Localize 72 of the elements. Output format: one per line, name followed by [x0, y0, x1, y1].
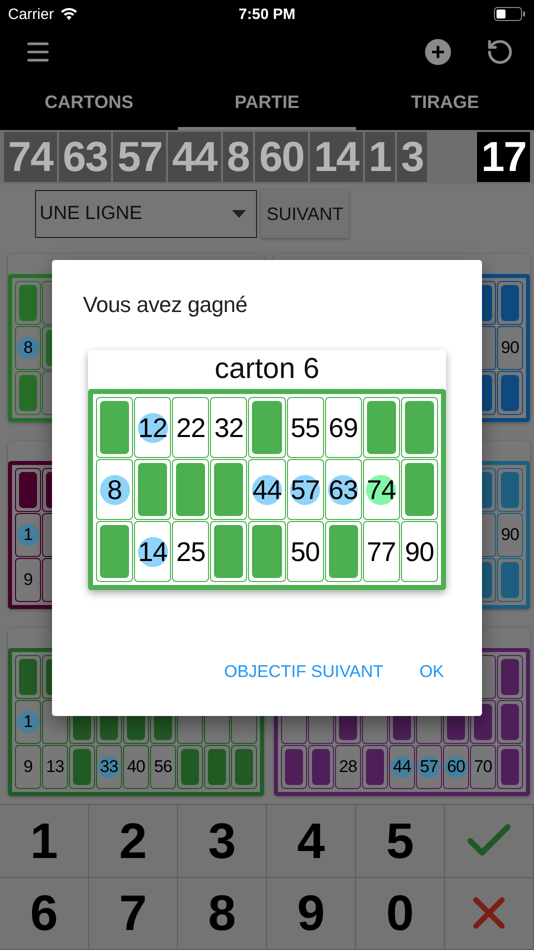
digit-key[interactable]: 2 [89, 805, 178, 878]
drawn-number: 57 [113, 132, 166, 182]
cell-number: 90 [499, 337, 521, 359]
cell-number: 55 [290, 412, 320, 442]
cell-number: 8 [17, 337, 39, 359]
wifi-icon [60, 7, 78, 21]
battery-icon [494, 7, 526, 21]
blank-cell [281, 745, 307, 789]
drawn-number: 1 [364, 132, 396, 182]
cell-number: 32 [214, 412, 244, 442]
digit-key[interactable]: 6 [0, 878, 89, 950]
dialog-title: Vous avez gagné [83, 292, 248, 318]
drawn-number: 3 [397, 132, 428, 182]
tab[interactable]: TIRAGE [356, 75, 534, 130]
dialog-button[interactable]: OBJECTIF SUIVANT [224, 658, 384, 686]
cell-number: 44 [391, 756, 413, 778]
blank-cell [204, 745, 230, 789]
cell-number: 9 [17, 756, 39, 778]
blank-cell [497, 700, 523, 744]
cell-number: 8 [100, 474, 130, 504]
card-title: carton 6 [214, 352, 320, 387]
caret-icon [232, 210, 246, 218]
goal-dropdown[interactable]: UNE LIGNE [34, 190, 257, 238]
drawn-number: 74 [4, 132, 57, 182]
cell-number: 14 [138, 536, 168, 566]
cell-number: 9 [17, 569, 39, 591]
cell-number: 90 [404, 536, 434, 566]
drawn-number: 8 [222, 132, 254, 182]
refresh-icon[interactable] [486, 38, 514, 66]
cell-number: 22 [176, 412, 206, 442]
blank-cell [231, 745, 257, 789]
cell-number: 1 [17, 711, 39, 733]
cell-number: 33 [98, 756, 120, 778]
add-icon[interactable] [424, 38, 452, 66]
cell-number: 25 [176, 536, 206, 566]
cell-number: 57 [418, 756, 440, 778]
next-button[interactable]: SUIVANT [260, 190, 350, 238]
drawn-number: 17 [477, 132, 530, 182]
digit-key[interactable]: 1 [0, 805, 89, 878]
cell-number: 69 [328, 412, 358, 442]
cell-number: 74 [366, 474, 396, 504]
blank-cell [400, 397, 438, 458]
cell-number: 57 [290, 474, 320, 504]
drawn-number: 63 [58, 132, 112, 182]
cell-number: 70 [472, 756, 494, 778]
cell-number: 44 [252, 474, 282, 504]
digit-key[interactable]: 0 [356, 878, 445, 950]
cell-number: 28 [337, 756, 359, 778]
digit-key[interactable]: 5 [356, 805, 445, 878]
cell-number: 63 [328, 474, 358, 504]
cell-number: 60 [445, 756, 467, 778]
digit-key[interactable]: 9 [267, 878, 356, 950]
carrier-name: Carrier [8, 6, 54, 22]
cell-number: 77 [366, 536, 396, 566]
dialog-button[interactable]: OK [419, 658, 444, 686]
digit-key[interactable]: 3 [178, 805, 267, 878]
drawn-number: 60 [255, 132, 308, 182]
cell-number: 1 [17, 524, 39, 546]
cell-number: 56 [152, 756, 174, 778]
cell-number: 50 [290, 536, 320, 566]
digit-key[interactable]: 7 [89, 878, 178, 950]
drawn-number: 14 [310, 132, 363, 182]
digit-key[interactable]: 8 [178, 878, 267, 950]
drawn-number: 44 [168, 132, 221, 182]
cell-number: 12 [138, 412, 168, 442]
cell-number: 13 [44, 756, 66, 778]
blank-cell [497, 655, 523, 699]
tab[interactable]: CARTONS [0, 75, 178, 130]
digit-key[interactable]: 4 [267, 805, 356, 878]
cell-number: 90 [499, 524, 521, 546]
cell-number: 40 [125, 756, 147, 778]
clock-time: 7:50 PM [238, 6, 296, 22]
